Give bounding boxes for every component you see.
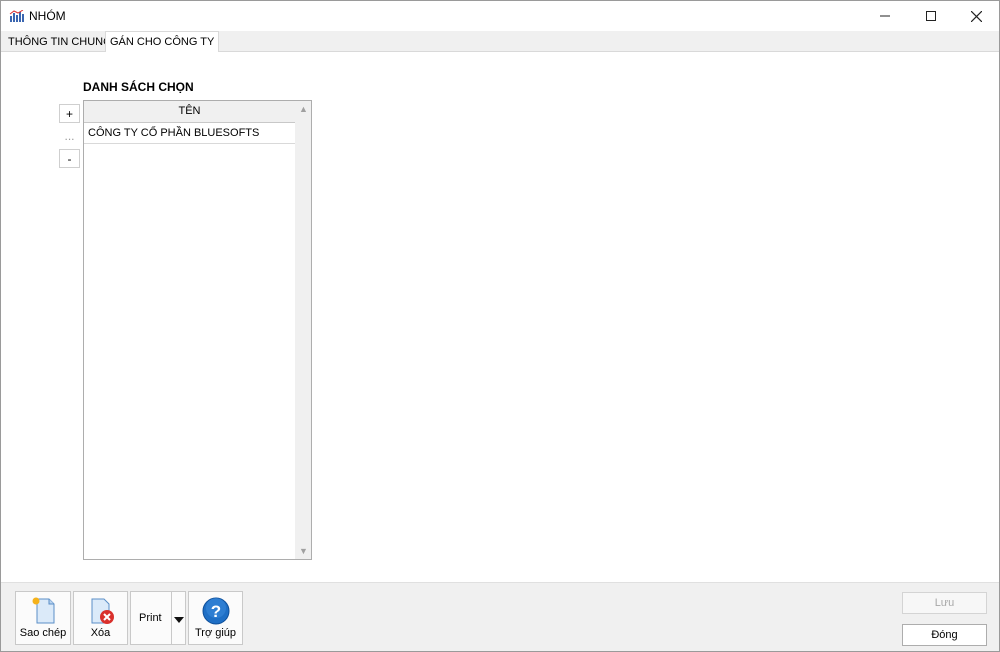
selection-grid: TÊN CÔNG TY CỔ PHẦN BLUESOFTS ▲ ▼ — [83, 100, 312, 560]
scroll-down-icon[interactable]: ▼ — [299, 546, 308, 556]
close-dialog-button[interactable]: Đóng — [902, 624, 987, 646]
copy-label: Sao chép — [19, 627, 67, 639]
maximize-icon — [926, 11, 936, 21]
app-chart-icon — [9, 10, 24, 22]
help-icon: ? — [202, 597, 230, 625]
dialog-window: NHÓM THÔNG TIN CHUNG GÁN CHO CÔNG TY DAN… — [0, 0, 1000, 652]
copy-document-icon — [32, 597, 55, 624]
dropdown-arrow-icon[interactable] — [173, 616, 185, 624]
scroll-up-icon[interactable]: ▲ — [299, 104, 308, 114]
selection-list-title: DANH SÁCH CHỌN — [83, 80, 194, 94]
copy-button[interactable]: Sao chép — [15, 591, 71, 645]
delete-document-icon — [91, 598, 114, 624]
maximize-button[interactable] — [908, 1, 954, 31]
remove-button[interactable]: - — [59, 149, 80, 168]
print-button[interactable]: Print — [130, 591, 186, 645]
close-icon — [970, 10, 982, 22]
save-button[interactable]: Lưu — [902, 592, 987, 614]
delete-button[interactable]: Xóa — [73, 591, 128, 645]
help-label: Trợ giúp — [194, 627, 237, 639]
column-header-name[interactable]: TÊN — [84, 101, 295, 123]
minimize-button[interactable] — [862, 1, 908, 31]
add-button[interactable]: + — [59, 104, 80, 123]
tab-content: DANH SÁCH CHỌN + ... - TÊN CÔNG TY CỔ PH… — [1, 52, 999, 582]
table-row[interactable]: CÔNG TY CỔ PHẦN BLUESOFTS — [84, 123, 295, 144]
delete-label: Xóa — [90, 627, 111, 639]
more-button[interactable]: ... — [59, 127, 80, 146]
tab-bar: THÔNG TIN CHUNG GÁN CHO CÔNG TY — [1, 31, 999, 52]
help-button[interactable]: ? Trợ giúp — [188, 591, 243, 645]
svg-text:?: ? — [211, 602, 221, 621]
window-title: NHÓM — [29, 9, 66, 23]
print-label: Print — [139, 612, 162, 624]
footer-toolbar: Sao chép Xóa Print ? Trợ giúp Lưu Đóng — [1, 582, 999, 651]
tab-assign-company[interactable]: GÁN CHO CÔNG TY — [105, 31, 220, 52]
vertical-scrollbar[interactable]: ▲ ▼ — [295, 101, 311, 559]
title-bar: NHÓM — [1, 1, 999, 31]
tab-general-info[interactable]: THÔNG TIN CHUNG — [4, 33, 116, 51]
close-button[interactable] — [953, 1, 999, 31]
minimize-icon — [880, 15, 890, 17]
